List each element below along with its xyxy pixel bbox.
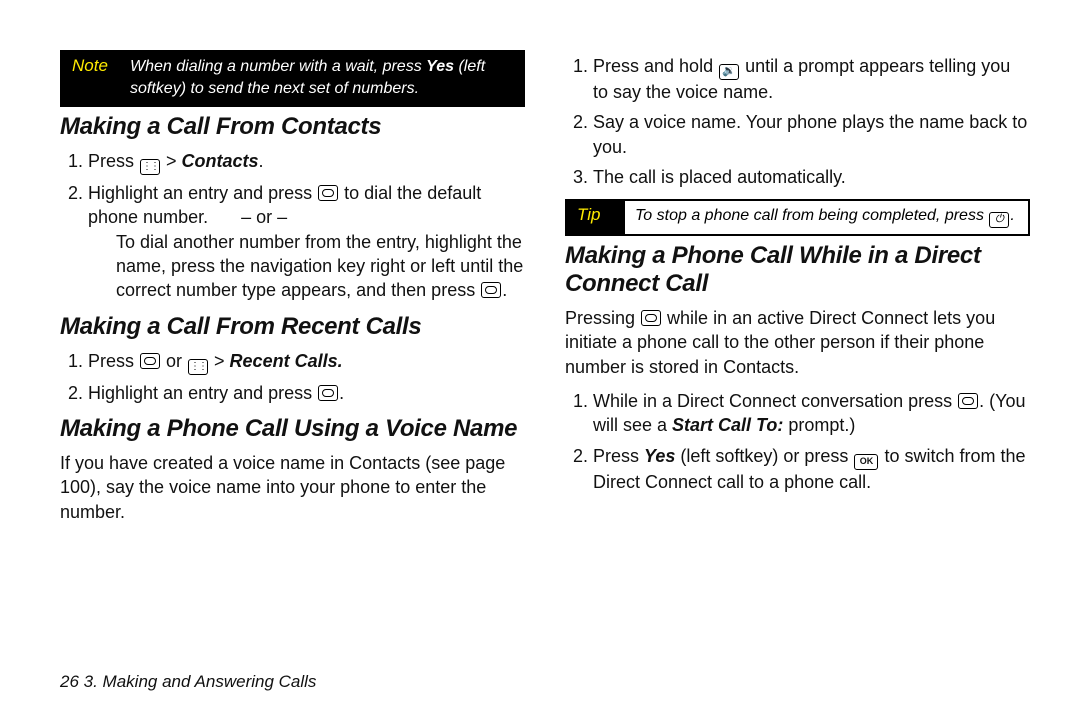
menu-icon (140, 159, 160, 175)
note-callout: Note When dialing a number with a wait, … (60, 50, 525, 107)
end-icon (989, 212, 1009, 228)
step: Press Yes (left softkey) or press to swi… (593, 444, 1030, 494)
step: Highlight an entry and press to dial the… (88, 181, 525, 302)
tip-callout: Tip To stop a phone call from being comp… (565, 199, 1030, 236)
call-icon (318, 385, 338, 401)
heading-voicename: Making a Phone Call Using a Voice Name (60, 415, 525, 443)
steps-voicename: Press and hold until a prompt appears te… (565, 54, 1030, 189)
page-footer: 26 3. Making and Answering Calls (60, 672, 316, 692)
call-icon (958, 393, 978, 409)
menu-icon (188, 359, 208, 375)
or-divider: – or – (241, 207, 287, 227)
step: Press and hold until a prompt appears te… (593, 54, 1030, 104)
chapter-title: 3. Making and Answering Calls (84, 672, 317, 691)
page-number: 26 (60, 672, 79, 691)
call-icon (641, 310, 661, 326)
call-icon (140, 353, 160, 369)
step: Highlight an entry and press . (88, 381, 525, 405)
steps-contacts: Press > Contacts. Highlight an entry and… (60, 149, 525, 302)
right-column: Press and hold until a prompt appears te… (565, 50, 1030, 534)
heading-dc: Making a Phone Call While in a Direct Co… (565, 242, 1030, 298)
step: While in a Direct Connect conversation p… (593, 389, 1030, 438)
dc-intro: Pressing while in an active Direct Conne… (565, 306, 1030, 379)
step: Say a voice name. Your phone plays the n… (593, 110, 1030, 159)
note-label: Note (62, 52, 120, 105)
steps-dc: While in a Direct Connect conversation p… (565, 389, 1030, 494)
step: Press > Contacts. (88, 149, 525, 175)
voicename-intro: If you have created a voice name in Cont… (60, 451, 525, 524)
speaker-icon (719, 64, 739, 80)
heading-recent: Making a Call From Recent Calls (60, 313, 525, 341)
tip-body: To stop a phone call from being complete… (625, 201, 1028, 234)
alt-instruction: To dial another number from the entry, h… (116, 230, 525, 303)
left-column: Note When dialing a number with a wait, … (60, 50, 525, 534)
ok-icon (854, 454, 878, 470)
note-body: When dialing a number with a wait, press… (120, 52, 523, 105)
heading-contacts: Making a Call From Contacts (60, 113, 525, 141)
call-icon (318, 185, 338, 201)
step: The call is placed automatically. (593, 165, 1030, 189)
call-icon (481, 282, 501, 298)
tip-label: Tip (567, 201, 625, 234)
step: Press or > Recent Calls. (88, 349, 525, 375)
steps-recent: Press or > Recent Calls. Highlight an en… (60, 349, 525, 405)
